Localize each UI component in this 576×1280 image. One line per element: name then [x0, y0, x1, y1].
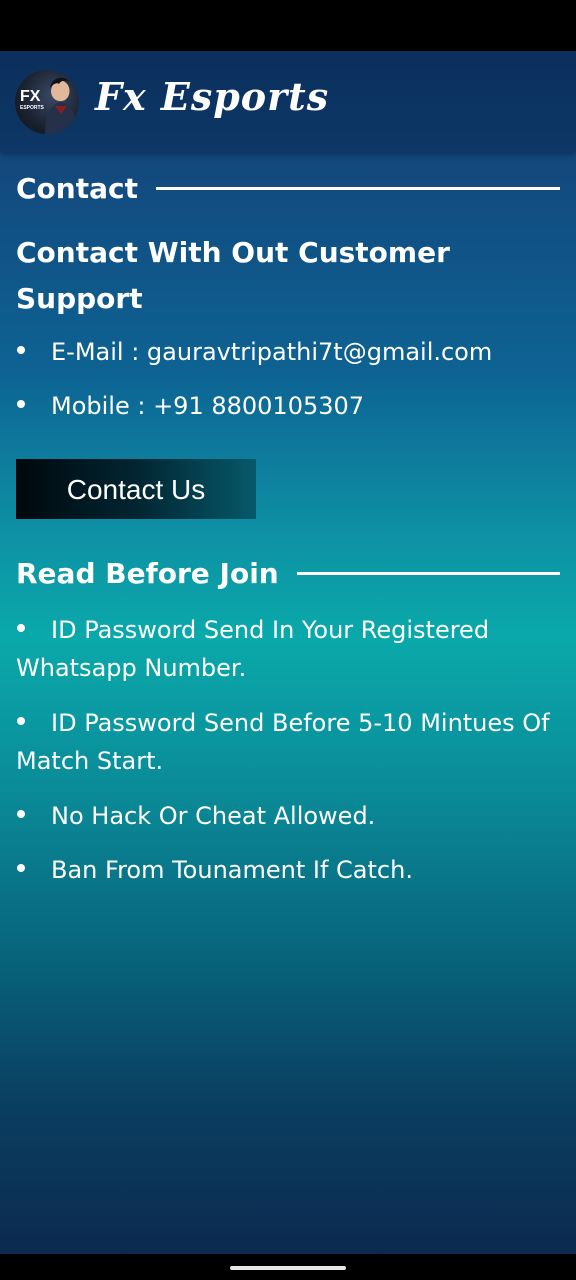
contact-us-button[interactable]: Contact Us — [16, 459, 256, 519]
bullet-icon — [17, 346, 25, 354]
app-title: Fx Esports — [95, 74, 330, 119]
contact-mobile-item: Mobile : +91 8800105307 — [16, 387, 560, 425]
rule-item-text: No Hack Or Cheat Allowed. — [51, 802, 376, 830]
main-content: Contact Contact With Out Customer Suppor… — [0, 152, 576, 1254]
bullet-icon — [17, 400, 25, 408]
rules-section-heading: Read Before Join — [16, 555, 560, 591]
heading-divider — [155, 186, 560, 190]
app-logo[interactable]: FX ESPORTS — [15, 70, 79, 134]
rule-item: ID Password Send Before 5-10 Mintues Of … — [16, 704, 560, 780]
logo-subtext: ESPORTS — [20, 105, 45, 111]
rule-item: Ban From Tounament If Catch. — [16, 851, 560, 889]
heading-divider — [296, 571, 560, 575]
rule-item-text: ID Password Send Before 5-10 Mintues Of … — [16, 709, 550, 775]
rules-heading: Read Before Join — [16, 556, 279, 590]
home-indicator[interactable] — [230, 1266, 346, 1270]
logo-text: FX — [20, 88, 41, 105]
bullet-icon — [17, 624, 25, 632]
support-title: Contact With Out Customer Support — [16, 236, 450, 315]
system-nav-bar — [0, 1254, 576, 1280]
bullet-icon — [17, 810, 25, 818]
contact-email-text: E-Mail : gauravtripathi7t@gmail.com — [51, 338, 493, 366]
bullet-icon — [17, 864, 25, 872]
app-header: FX ESPORTS Fx Esports — [0, 51, 576, 152]
rule-item-text: ID Password Send In Your Registered What… — [16, 616, 490, 682]
rule-item: No Hack Or Cheat Allowed. — [16, 797, 560, 835]
contact-section-heading: Contact — [16, 170, 560, 206]
rule-item-text: Ban From Tounament If Catch. — [51, 856, 413, 884]
status-bar — [0, 0, 576, 51]
bullet-icon — [17, 717, 25, 725]
logo-graphic: FX ESPORTS — [20, 77, 77, 134]
contact-heading: Contact — [16, 171, 138, 205]
contact-email-item: E-Mail : gauravtripathi7t@gmail.com — [16, 333, 560, 371]
contact-mobile-text: Mobile : +91 8800105307 — [51, 392, 365, 420]
rule-item: ID Password Send In Your Registered What… — [16, 611, 560, 687]
